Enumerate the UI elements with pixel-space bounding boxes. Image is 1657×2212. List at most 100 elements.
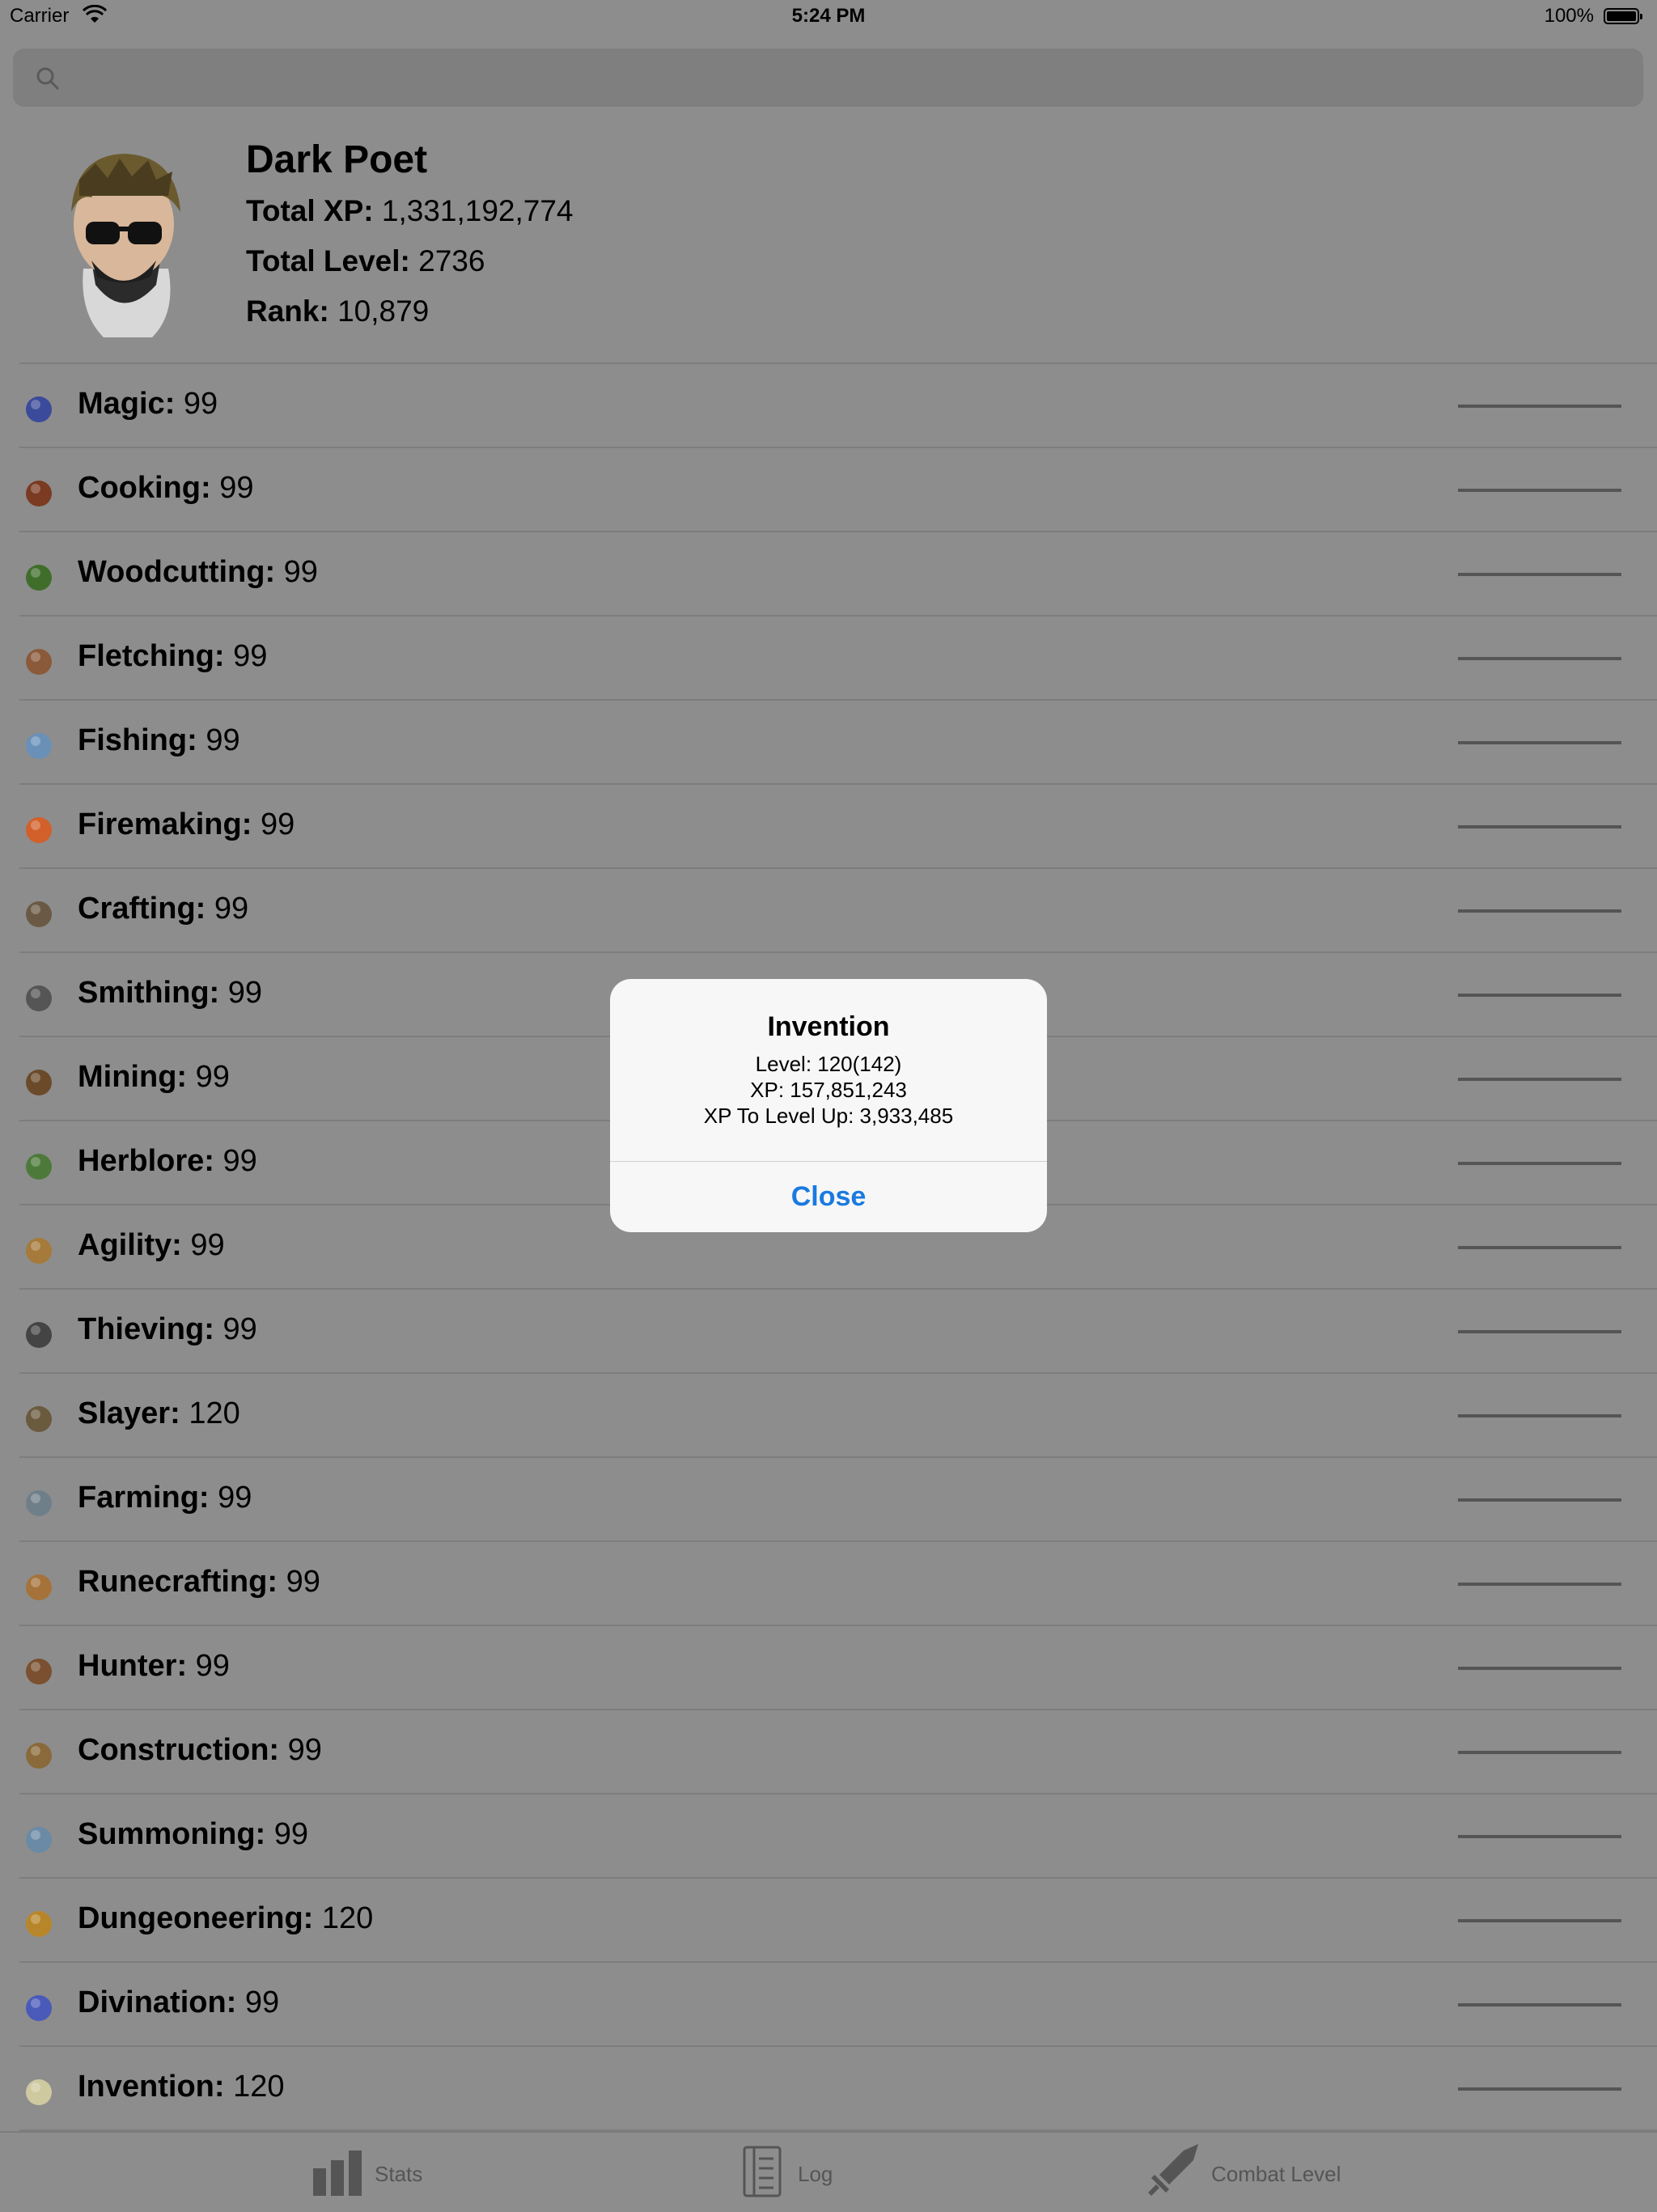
skill-row[interactable]: Summoning: 99: [19, 1795, 1657, 1879]
skill-progress-bar: [1458, 1583, 1621, 1586]
tab-combat-level[interactable]: Combat Level: [1145, 2144, 1355, 2202]
agility-icon: [19, 1230, 58, 1269]
skill-label: Crafting: 99: [78, 892, 248, 926]
skill-label: Slayer: 120: [78, 1396, 240, 1431]
total-xp-label: Total XP:: [246, 194, 374, 227]
skill-progress-bar: [1458, 657, 1621, 660]
skill-row[interactable]: Construction: 99: [19, 1710, 1657, 1795]
skill-progress-bar: [1458, 909, 1621, 913]
tab-log[interactable]: Log: [743, 2146, 856, 2202]
skill-row[interactable]: Woodcutting: 99: [19, 532, 1657, 617]
skill-label: Agility: 99: [78, 1228, 225, 1263]
skill-level: 99: [219, 471, 254, 505]
skill-level: 120: [321, 1901, 374, 1935]
rank-label: Rank:: [246, 295, 329, 328]
skill-name: Farming:: [78, 1481, 210, 1515]
tab-bar: Stats Log Combat Level: [0, 2131, 1657, 2212]
skill-row[interactable]: Runecrafting: 99: [19, 1542, 1657, 1626]
skill-row[interactable]: Farming: 99: [19, 1458, 1657, 1542]
skill-name: Mining:: [78, 1060, 188, 1094]
slayer-icon: [19, 1398, 58, 1437]
skill-level: 99: [286, 1565, 320, 1599]
skill-row[interactable]: Hunter: 99: [19, 1626, 1657, 1710]
hunter-icon: [19, 1651, 58, 1689]
thieving-icon: [19, 1314, 58, 1353]
close-button[interactable]: Close: [610, 1162, 1047, 1232]
skill-level: 99: [233, 639, 268, 673]
skill-progress-bar: [1458, 489, 1621, 492]
skill-row[interactable]: Fletching: 99: [19, 617, 1657, 701]
skill-name: Herblore:: [78, 1144, 214, 1178]
skill-progress-bar: [1458, 741, 1621, 744]
search-input[interactable]: [61, 49, 1634, 108]
skill-progress-bar: [1458, 1667, 1621, 1670]
sword-icon: [1148, 2144, 1198, 2196]
skill-row[interactable]: Divination: 99: [19, 1963, 1657, 2047]
fishing-icon: [19, 725, 58, 764]
skill-name: Fishing:: [78, 723, 197, 757]
skill-row[interactable]: Firemaking: 99: [19, 785, 1657, 869]
skill-label: Cooking: 99: [78, 471, 253, 506]
skill-progress-bar: [1458, 1330, 1621, 1333]
fletching-icon: [19, 641, 58, 680]
skill-name: Cooking:: [78, 471, 211, 505]
skill-name: Dungeoneering:: [78, 1901, 314, 1935]
skill-progress-bar: [1458, 1078, 1621, 1081]
skill-name: Woodcutting:: [78, 555, 276, 589]
skill-level: 99: [260, 807, 295, 841]
player-name: Dark Poet: [246, 138, 428, 181]
skill-level: 99: [218, 1481, 252, 1515]
skill-row[interactable]: Fishing: 99: [19, 701, 1657, 785]
skill-level: 99: [183, 387, 218, 421]
alert-xp: XP: 157,851,243: [750, 1078, 907, 1102]
total-level-value: 2736: [418, 244, 485, 278]
skill-level: 120: [189, 1396, 240, 1430]
bar-chart-icon: [313, 2151, 362, 2196]
skill-progress-bar: [1458, 1751, 1621, 1754]
skill-progress-bar: [1458, 2087, 1621, 2091]
skill-progress-bar: [1458, 994, 1621, 997]
skill-label: Firemaking: 99: [78, 807, 295, 842]
skill-level: 99: [214, 892, 249, 926]
skill-row[interactable]: Cooking: 99: [19, 448, 1657, 532]
skill-level: 99: [222, 1312, 257, 1346]
battery-percentage: 100%: [1544, 5, 1594, 27]
tab-log-label: Log: [798, 2162, 833, 2186]
skill-label: Thieving: 99: [78, 1312, 257, 1347]
skill-progress-bar: [1458, 405, 1621, 408]
alert-xp-to-level: XP To Level Up: 3,933,485: [703, 1104, 954, 1128]
skill-name: Agility:: [78, 1228, 182, 1262]
skill-row[interactable]: Thieving: 99: [19, 1290, 1657, 1374]
skill-row[interactable]: Invention: 120: [19, 2047, 1657, 2131]
skill-label: Fletching: 99: [78, 639, 267, 674]
total-xp-value: 1,331,192,774: [381, 194, 574, 227]
total-level-row: Total Level: 2736: [246, 244, 485, 278]
herblore-icon: [19, 1146, 58, 1184]
rank-value: 10,879: [337, 295, 430, 328]
search-bar[interactable]: [13, 49, 1643, 108]
skill-level: 99: [222, 1144, 257, 1178]
summoning-icon: [19, 1819, 58, 1858]
skill-row[interactable]: Slayer: 120: [19, 1374, 1657, 1458]
skill-level: 99: [244, 1985, 280, 2019]
skill-row[interactable]: Dungeoneering: 120: [19, 1879, 1657, 1963]
magic-icon: [19, 388, 58, 427]
skill-name: Firemaking:: [78, 807, 252, 841]
search-icon: [36, 67, 60, 91]
skill-label: Summoning: 99: [78, 1817, 308, 1852]
woodcutting-icon: [19, 557, 58, 595]
skill-row[interactable]: Crafting: 99: [19, 869, 1657, 953]
skill-level: 99: [195, 1649, 230, 1683]
tab-combat-level-label: Combat Level: [1211, 2162, 1341, 2186]
skill-progress-bar: [1458, 1246, 1621, 1249]
player-profile: Dark Poet Total XP: 1,331,192,774 Total …: [0, 121, 1657, 364]
tab-stats[interactable]: Stats: [311, 2146, 433, 2202]
skill-label: Herblore: 99: [78, 1144, 257, 1179]
skill-row[interactable]: Magic: 99: [19, 364, 1657, 448]
skill-name: Divination:: [78, 1985, 237, 2019]
total-xp-row: Total XP: 1,331,192,774: [246, 194, 574, 228]
skill-level: 99: [227, 976, 263, 1010]
skill-progress-bar: [1458, 1835, 1621, 1838]
skill-label: Invention: 120: [78, 2070, 285, 2104]
skill-level: 120: [233, 2070, 285, 2104]
